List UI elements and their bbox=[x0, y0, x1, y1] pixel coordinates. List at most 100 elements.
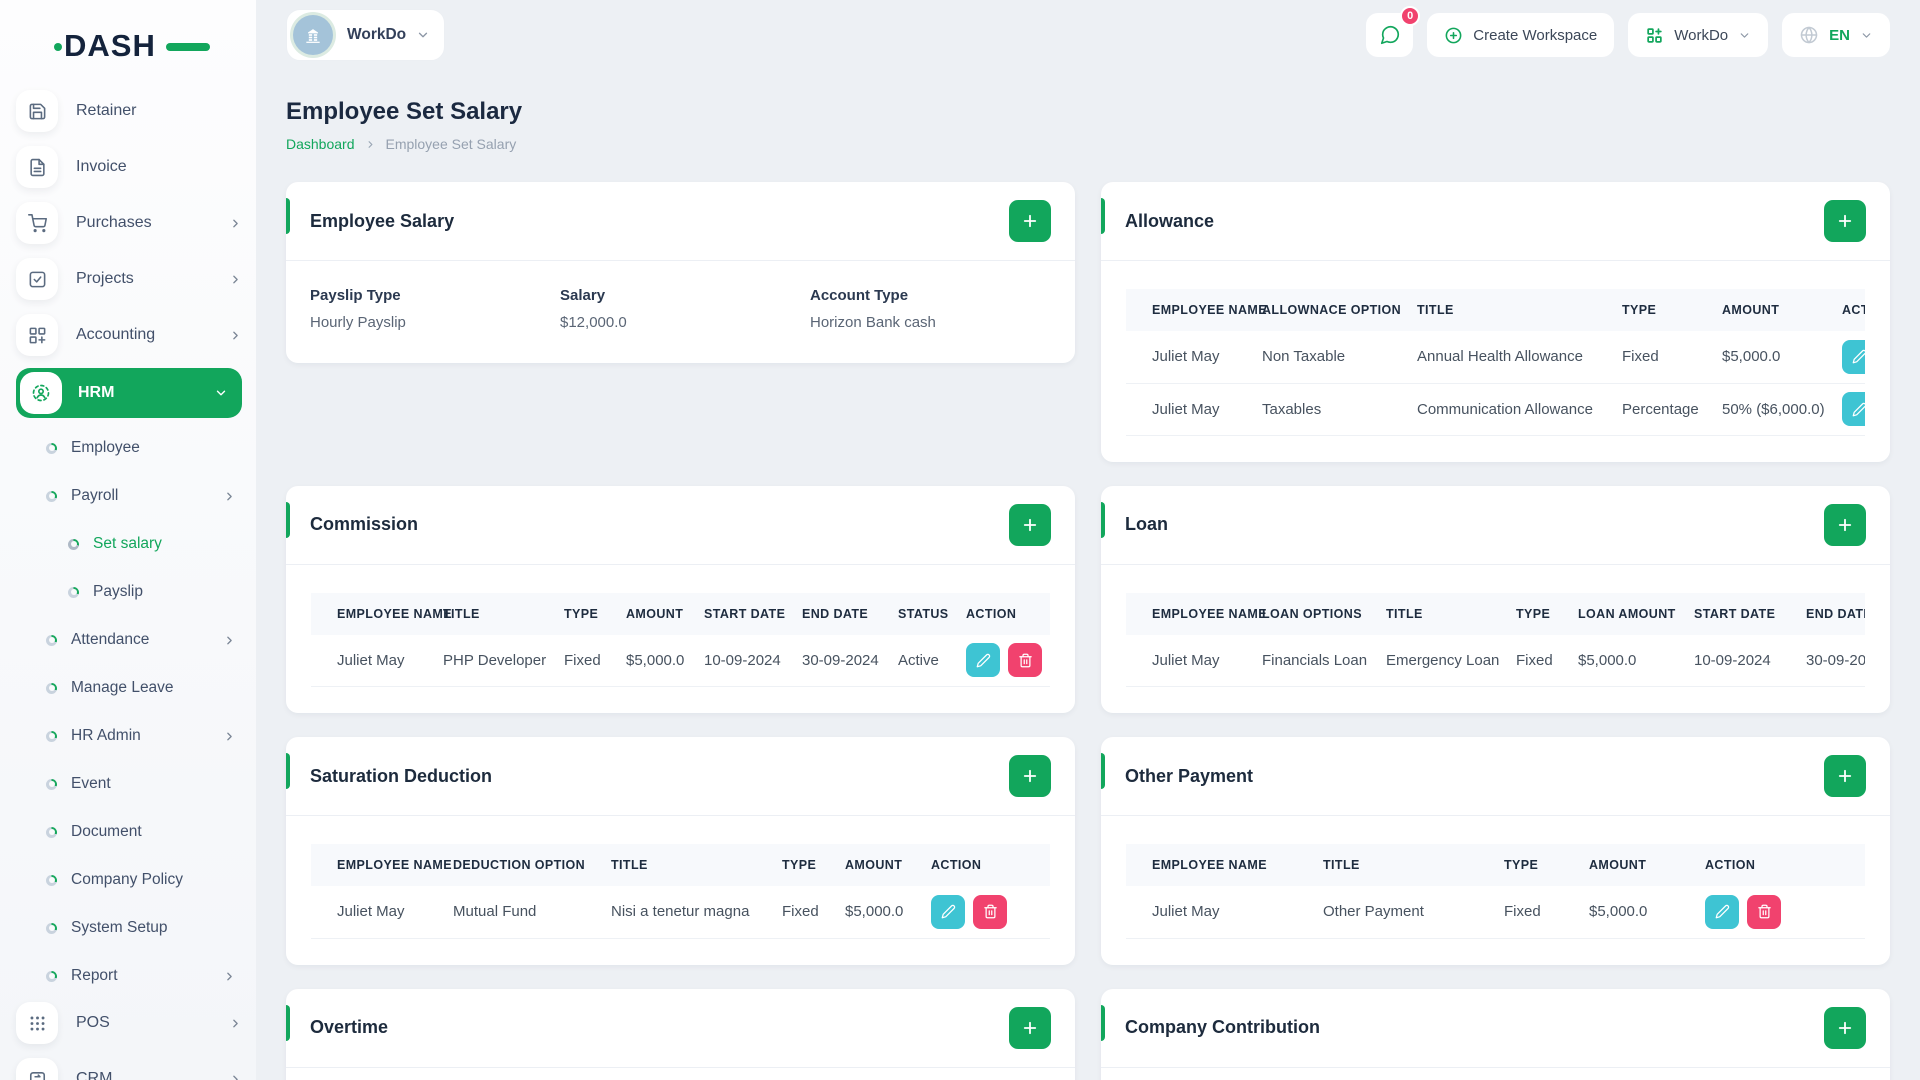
column-header: LOAN AMOUNT bbox=[1570, 592, 1686, 635]
sidebar-item-label: Purchases bbox=[76, 214, 152, 231]
sidebar-item-invoice[interactable]: Invoice bbox=[16, 144, 242, 190]
column-header: ALLOWNACE OPTION bbox=[1254, 289, 1409, 331]
chevron-right-icon bbox=[229, 1017, 242, 1030]
edit-button[interactable] bbox=[1705, 894, 1739, 929]
cell-option: Non Taxable bbox=[1254, 331, 1409, 384]
sidebar-subitem-employee[interactable]: Employee bbox=[16, 424, 242, 472]
table-row: Juliet May Taxables Communication Allowa… bbox=[1126, 383, 1865, 436]
bullet-donut-icon bbox=[46, 826, 57, 838]
edit-button[interactable] bbox=[1842, 339, 1865, 374]
sidebar-subitem-event[interactable]: Event bbox=[16, 760, 242, 808]
card-title: Commission bbox=[310, 514, 419, 534]
saturation-deduction-add-button[interactable] bbox=[1009, 755, 1051, 797]
sidebar-item-retainer[interactable]: Retainer bbox=[16, 88, 242, 134]
overtime-add-button[interactable] bbox=[1009, 1006, 1051, 1049]
delete-button[interactable] bbox=[1008, 643, 1042, 678]
sidebar-subitem-set-salary[interactable]: Set salary bbox=[16, 520, 242, 568]
card-title: Allowance bbox=[1125, 210, 1215, 231]
cell-title: Nisi a tenetur magna bbox=[603, 886, 774, 939]
cell-type: Fixed bbox=[1614, 331, 1714, 384]
other-payment-card: Other Payment EMPLOYEE NAME TITLE TYPE A… bbox=[1101, 737, 1890, 965]
card-accent-bar bbox=[286, 501, 290, 538]
delete-button[interactable] bbox=[973, 894, 1007, 929]
cell-employee: Juliet May bbox=[1126, 886, 1315, 939]
workdo-menu-label: WorkDo bbox=[1674, 26, 1729, 44]
employee-salary-fields: Payslip Type Hourly Payslip Salary $12,0… bbox=[286, 261, 1075, 363]
column-header: EMPLOYEE NAME bbox=[311, 844, 452, 886]
workspace-selector[interactable]: WorkDo bbox=[286, 9, 446, 61]
chevron-down-icon bbox=[214, 386, 228, 400]
workspace-avatar-building-icon bbox=[293, 15, 333, 55]
saturation-deduction-table: EMPLOYEE NAME DEDUCTION OPTION TITLE TYP… bbox=[311, 844, 1050, 939]
sidebar-item-hrm[interactable]: HRM bbox=[16, 368, 242, 418]
bullet-donut-icon bbox=[46, 778, 57, 790]
sidebar-subitem-attendance[interactable]: Attendance bbox=[16, 616, 242, 664]
sidebar-nav: Retainer Invoice Purchases Projects Acco… bbox=[0, 88, 256, 1080]
field-label: Account Type bbox=[810, 287, 909, 304]
allowance-add-button[interactable] bbox=[1824, 200, 1866, 242]
chevron-down-icon bbox=[1738, 29, 1751, 42]
column-header: TYPE bbox=[774, 844, 837, 886]
sidebar-item-accounting[interactable]: Accounting bbox=[16, 312, 242, 358]
sidebar-item-label: Projects bbox=[76, 270, 134, 287]
breadcrumb-current: Employee Set Salary bbox=[385, 136, 517, 152]
workdo-menu-button[interactable]: WorkDo bbox=[1628, 13, 1769, 57]
bullet-donut-icon bbox=[68, 586, 79, 598]
delete-button[interactable] bbox=[1747, 894, 1781, 929]
language-selector[interactable]: EN bbox=[1782, 13, 1890, 57]
bullet-donut-icon bbox=[46, 442, 57, 454]
column-header: TITLE bbox=[435, 592, 556, 635]
sidebar-item-label: Report bbox=[71, 967, 118, 984]
workspace-name: WorkDo bbox=[347, 26, 407, 43]
cell-employee: Juliet May bbox=[1126, 634, 1254, 687]
cell-type: Percentage bbox=[1614, 383, 1714, 436]
plus-circle-icon bbox=[1444, 26, 1463, 45]
employee-salary-add-button[interactable] bbox=[1009, 200, 1051, 242]
sidebar-subitem-payroll[interactable]: Payroll bbox=[16, 472, 242, 520]
column-header: EMPLOYEE NAME bbox=[1126, 289, 1267, 331]
trash-icon bbox=[1018, 653, 1032, 668]
sidebar-subitem-company-policy[interactable]: Company Policy bbox=[16, 856, 242, 904]
cell-employee: Juliet May bbox=[1126, 383, 1254, 436]
chevron-down-icon bbox=[416, 28, 430, 42]
chevron-right-icon bbox=[229, 217, 242, 230]
other-payment-table: EMPLOYEE NAME TITLE TYPE AMOUNT ACTION J… bbox=[1126, 844, 1865, 939]
bullet-donut-icon bbox=[46, 682, 57, 694]
edit-button[interactable] bbox=[1842, 392, 1865, 426]
create-workspace-button[interactable]: Create Workspace bbox=[1427, 13, 1615, 57]
other-payment-add-button[interactable] bbox=[1824, 755, 1866, 797]
bullet-donut-icon bbox=[46, 922, 57, 934]
company-contribution-card: Company Contribution bbox=[1101, 988, 1890, 1080]
sidebar-subitem-report[interactable]: Report bbox=[16, 952, 242, 1000]
breadcrumb-dashboard-link[interactable]: Dashboard bbox=[286, 136, 355, 152]
sidebar-item-projects[interactable]: Projects bbox=[16, 256, 242, 302]
card-title: Employee Salary bbox=[310, 210, 455, 231]
bullet-donut-icon bbox=[46, 874, 57, 886]
messages-button[interactable]: 0 bbox=[1366, 6, 1421, 57]
sidebar-item-purchases[interactable]: Purchases bbox=[16, 200, 242, 246]
crm-swap-icon bbox=[16, 1058, 58, 1080]
sidebar-subitem-payslip[interactable]: Payslip bbox=[16, 568, 242, 616]
loan-add-button[interactable] bbox=[1824, 503, 1866, 546]
pencil-icon bbox=[1852, 402, 1865, 416]
plus-icon bbox=[1023, 518, 1037, 531]
overtime-card: Overtime bbox=[286, 988, 1075, 1080]
table-row: Juliet May Other Payment Fixed $5,000.0 bbox=[1126, 886, 1865, 939]
sidebar-subitem-manage-leave[interactable]: Manage Leave bbox=[16, 664, 242, 712]
commission-add-button[interactable] bbox=[1009, 503, 1051, 546]
cell-end-date: 30-09-2024 bbox=[1798, 634, 1865, 687]
sidebar-subitem-system-setup[interactable]: System Setup bbox=[16, 904, 242, 952]
sidebar-subitem-document[interactable]: Document bbox=[16, 808, 242, 856]
sidebar-item-crm[interactable]: CRM bbox=[16, 1056, 242, 1080]
edit-button[interactable] bbox=[966, 643, 1000, 678]
sidebar-item-label: HR Admin bbox=[71, 727, 141, 744]
card-accent-bar bbox=[286, 198, 290, 234]
topbar: WorkDo 0 Create Workspace WorkDo EN bbox=[256, 0, 1920, 70]
company-contribution-add-button[interactable] bbox=[1824, 1006, 1866, 1049]
sidebar-item-pos[interactable]: POS bbox=[16, 1000, 242, 1046]
pencil-icon bbox=[1715, 905, 1729, 919]
edit-button[interactable] bbox=[931, 894, 965, 929]
saturation-deduction-card: Saturation Deduction EMPLOYEE NAME DEDUC… bbox=[286, 737, 1075, 965]
sidebar-subitem-hr-admin[interactable]: HR Admin bbox=[16, 712, 242, 760]
field-value: $12,000.0 bbox=[560, 314, 627, 331]
